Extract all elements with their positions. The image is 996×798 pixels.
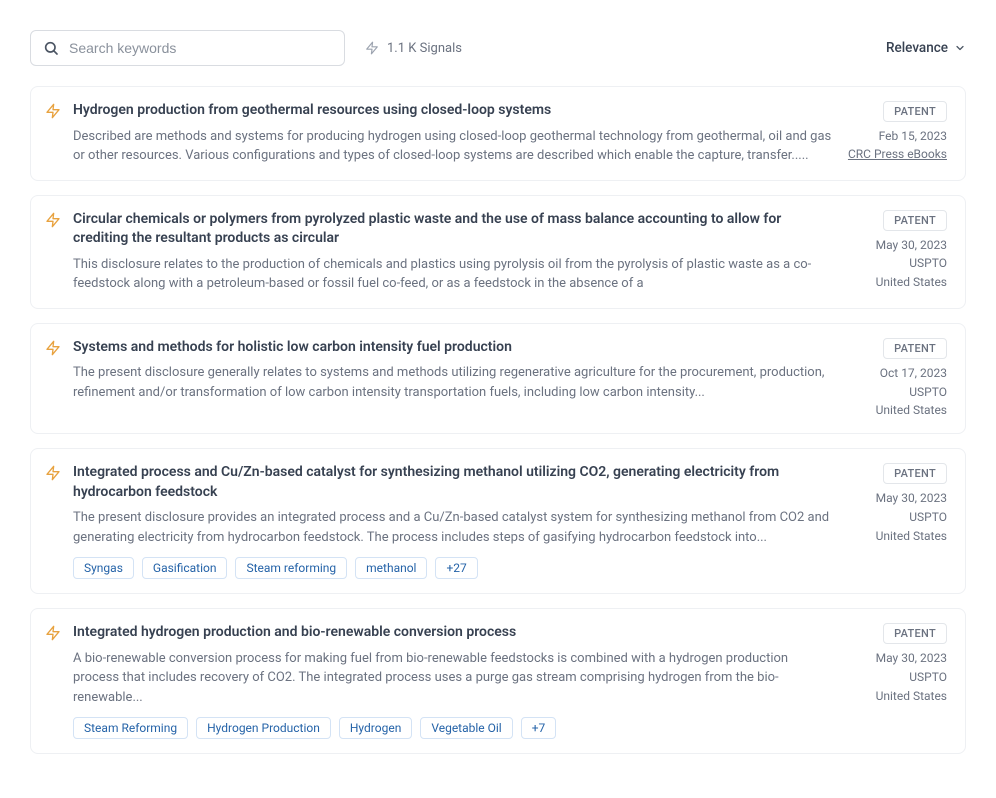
result-office: USPTO (909, 255, 947, 272)
search-container[interactable] (30, 30, 345, 66)
results-list: Hydrogen production from geothermal reso… (30, 86, 966, 754)
result-title[interactable]: Hydrogen production from geothermal reso… (73, 101, 835, 121)
signals-count: 1.1 K Signals (365, 41, 462, 56)
result-country: United States (876, 402, 947, 419)
result-title[interactable]: Circular chemicals or polymers from pyro… (73, 210, 835, 249)
sort-label: Relevance (886, 40, 948, 56)
result-card[interactable]: Systems and methods for holistic low car… (30, 323, 966, 434)
tag[interactable]: Steam Reforming (73, 717, 188, 739)
bolt-icon (45, 103, 61, 166)
result-title[interactable]: Systems and methods for holistic low car… (73, 338, 835, 358)
result-date: Oct 17, 2023 (880, 365, 947, 382)
result-title[interactable]: Integrated hydrogen production and bio-r… (73, 623, 835, 643)
result-description: Described are methods and systems for pr… (73, 127, 835, 166)
result-office: USPTO (909, 669, 947, 686)
card-body: Integrated hydrogen production and bio-r… (73, 623, 835, 739)
sort-dropdown[interactable]: Relevance (886, 40, 966, 56)
result-meta: PATENT May 30, 2023USPTO United States (847, 210, 947, 294)
tag[interactable]: methanol (355, 557, 427, 579)
tags-row: Steam Reforming Hydrogen Production Hydrog… (73, 717, 835, 739)
result-description: The present disclosure generally relates… (73, 363, 835, 402)
type-badge: PATENT (883, 623, 947, 644)
result-title[interactable]: Integrated process and Cu/Zn-based catal… (73, 463, 835, 502)
result-office: USPTO (909, 509, 947, 526)
bolt-icon (45, 465, 61, 579)
search-icon (43, 40, 59, 56)
result-description: The present disclosure provides an integ… (73, 508, 835, 547)
result-country: United States (876, 274, 947, 291)
tag[interactable]: Steam reforming (235, 557, 347, 579)
card-body: Hydrogen production from geothermal reso… (73, 101, 835, 166)
tags-row: Syngas Gasification Steam reforming methano… (73, 557, 835, 579)
card-body: Integrated process and Cu/Zn-based catal… (73, 463, 835, 579)
bolt-icon (45, 625, 61, 739)
type-badge: PATENT (883, 338, 947, 359)
result-date: Feb 15, 2023 (879, 128, 947, 145)
tag[interactable]: Syngas (73, 557, 134, 579)
result-office: USPTO (909, 384, 947, 401)
tag[interactable]: +27 (435, 557, 477, 579)
result-country: United States (876, 528, 947, 545)
chevron-down-icon (954, 42, 966, 54)
result-card[interactable]: Circular chemicals or polymers from pyro… (30, 195, 966, 309)
bolt-icon (45, 340, 61, 419)
card-body: Circular chemicals or polymers from pyro… (73, 210, 835, 294)
result-meta: PATENT May 30, 2023 USPTO United States (847, 623, 947, 739)
search-input[interactable] (69, 40, 332, 56)
result-date: May 30, 2023 (876, 490, 947, 507)
result-date: May 30, 2023 (876, 237, 947, 254)
type-badge: PATENT (883, 463, 947, 484)
result-meta: PATENT Oct 17, 2023 USPTOUnited States (847, 338, 947, 419)
bolt-icon (365, 41, 379, 55)
result-date: May 30, 2023 (876, 650, 947, 667)
result-meta: PATENT May 30, 2023 USPTO United States (847, 463, 947, 579)
tag[interactable]: Hydrogen (339, 717, 412, 739)
result-description: This disclosure relates to the productio… (73, 255, 835, 294)
result-source[interactable]: CRC Press eBooks (848, 147, 947, 161)
result-country: United States (876, 688, 947, 705)
tag[interactable]: Hydrogen Production (196, 717, 331, 739)
top-bar: 1.1 K Signals Relevance (30, 30, 966, 66)
result-meta: PATENT Feb 15, 2023 CRC Press eBooks (847, 101, 947, 166)
result-card[interactable]: Integrated process and Cu/Zn-based catal… (30, 448, 966, 594)
card-body: Systems and methods for holistic low car… (73, 338, 835, 419)
type-badge: PATENT (883, 101, 947, 122)
tag[interactable]: Vegetable Oil (420, 717, 512, 739)
result-card[interactable]: Hydrogen production from geothermal reso… (30, 86, 966, 181)
result-card[interactable]: Integrated hydrogen production and bio-r… (30, 608, 966, 754)
type-badge: PATENT (883, 210, 947, 231)
signals-label: 1.1 K Signals (387, 41, 462, 56)
tag[interactable]: +7 (521, 717, 557, 739)
result-description: A bio-renewable conversion process for m… (73, 649, 835, 708)
tag[interactable]: Gasification (142, 557, 228, 579)
bolt-icon (45, 212, 61, 294)
